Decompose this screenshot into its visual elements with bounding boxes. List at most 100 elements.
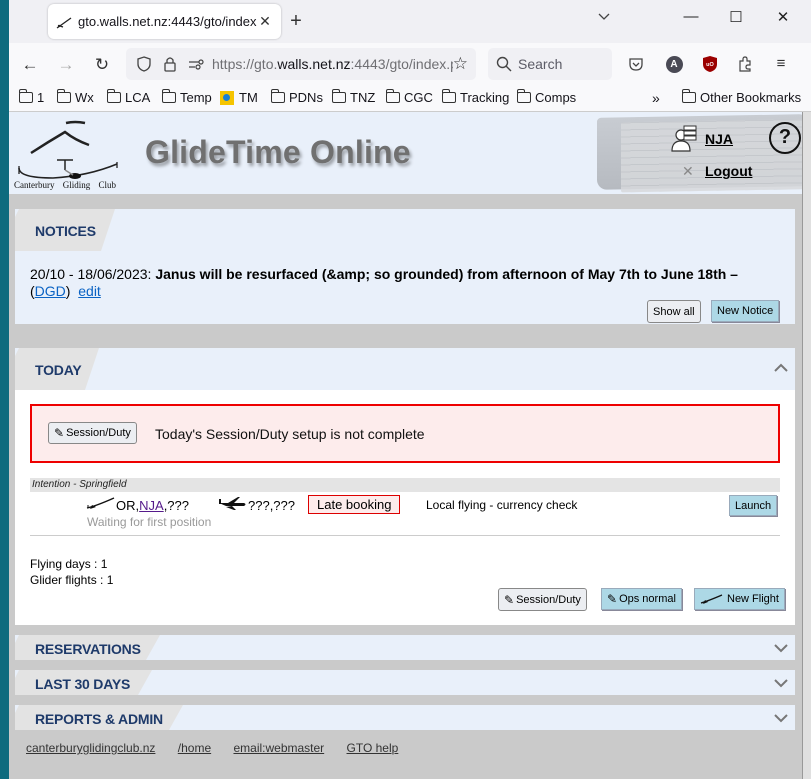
notice-item: 20/10 - 18/06/2023: Janus will be resurf…: [30, 266, 738, 299]
help-icon[interactable]: ?: [769, 122, 801, 154]
search-icon: [496, 56, 512, 72]
logo-caption: Canterbury Gliding Club: [14, 180, 116, 190]
tug-crew: ???,???: [248, 498, 295, 513]
user-link[interactable]: NJA: [705, 131, 733, 147]
today-header[interactable]: TODAY: [15, 348, 795, 390]
bookmark-star-icon[interactable]: ☆: [453, 54, 468, 74]
alert-message: Today's Session/Duty setup is not comple…: [155, 426, 425, 442]
tab-title: gto.walls.net.nz:4443/gto/index: [78, 14, 257, 29]
list-tabs-chevron-icon[interactable]: [597, 11, 611, 25]
background-window-edge: [802, 112, 811, 779]
minimize-button[interactable]: —: [676, 8, 706, 25]
notices-title: NOTICES: [35, 223, 96, 239]
chevron-down-icon[interactable]: [773, 675, 789, 691]
today-title: TODAY: [35, 362, 82, 378]
profile-avatar-icon[interactable]: A: [664, 55, 684, 75]
glider-flights-stat: Glider flights : 1: [30, 573, 114, 587]
chevron-up-icon[interactable]: [773, 360, 789, 376]
reload-button[interactable]: ↻: [92, 55, 112, 75]
other-bookmarks-folder[interactable]: Other Bookmarks: [682, 89, 801, 105]
pocket-icon[interactable]: [626, 55, 646, 75]
bookmark-tm[interactable]: TM: [220, 90, 258, 105]
logout-link[interactable]: Logout: [705, 163, 752, 179]
bookmarks-overflow-chevron-icon[interactable]: »: [652, 90, 660, 106]
footer-link-club-site[interactable]: canterburyglidingclub.nz: [26, 741, 155, 755]
permissions-icon[interactable]: [186, 55, 206, 73]
folder-icon: [107, 89, 121, 103]
alert-session-duty-button[interactable]: ✎ Session/Duty: [48, 422, 137, 444]
bookmarks-bar: 1 Wx LCA Temp TM PDNs TNZ CGC Tracking C…: [9, 86, 811, 112]
launch-button[interactable]: Launch: [729, 495, 778, 516]
pencil-icon: ✎: [54, 426, 65, 440]
notice-edit-link[interactable]: edit: [78, 283, 101, 299]
bookmark-folder-tnz[interactable]: TNZ: [332, 89, 375, 105]
session-duty-alert: ✎ Session/Duty Today's Session/Duty setup…: [30, 404, 780, 463]
folder-icon: [682, 89, 696, 103]
pilot-link[interactable]: NJA: [139, 498, 164, 513]
folder-icon: [332, 89, 346, 103]
logout-x-icon[interactable]: ✕: [682, 163, 694, 180]
glider-icon: [86, 497, 115, 509]
reservations-section[interactable]: RESERVATIONS: [15, 635, 795, 660]
close-window-button[interactable]: ✕: [768, 8, 798, 26]
footer-link-home[interactable]: /home: [178, 741, 211, 755]
tm-favicon-icon: [220, 90, 234, 105]
user-profile-icon[interactable]: [671, 124, 697, 152]
flight-purpose: Local flying - currency check: [426, 498, 578, 512]
notices-header[interactable]: NOTICES: [15, 209, 795, 251]
address-bar[interactable]: https://gto.walls.net.nz:4443/gto/index.…: [126, 48, 476, 80]
folder-icon: [19, 89, 33, 103]
shield-icon[interactable]: [134, 55, 154, 73]
menu-hamburger-icon[interactable]: ≡: [771, 55, 791, 75]
folder-icon: [162, 89, 176, 103]
footer-link-email[interactable]: email:webmaster: [233, 741, 324, 755]
lock-icon[interactable]: [160, 55, 180, 73]
bookmark-folder-tracking[interactable]: Tracking: [442, 89, 509, 105]
extensions-puzzle-icon[interactable]: [735, 55, 755, 75]
bookmark-folder-pdns[interactable]: PDNs: [271, 89, 323, 105]
intention-label: Intention - Springfield: [30, 478, 780, 492]
glider-crew: OR,NJA,???: [116, 498, 189, 513]
notice-date-range: 20/10 - 18/06/2023:: [30, 266, 152, 282]
bookmark-folder-1[interactable]: 1: [19, 89, 44, 105]
browser-tab[interactable]: gto.walls.net.nz:4443/gto/index ✕: [48, 4, 281, 39]
maximize-button[interactable]: ☐: [721, 8, 751, 26]
ops-normal-button[interactable]: ✎ Ops normal: [601, 588, 682, 610]
notice-message: Janus will be resurfaced (&amp; so groun…: [155, 266, 738, 282]
forward-button[interactable]: →: [56, 55, 76, 75]
new-tab-button[interactable]: +: [284, 10, 308, 33]
app-title: GlideTime Online: [145, 134, 411, 170]
notice-author-link[interactable]: DGD: [35, 283, 66, 299]
last-30-days-section[interactable]: LAST 30 DAYS: [15, 670, 795, 695]
folder-icon: [517, 89, 531, 103]
browser-window: gto.walls.net.nz:4443/gto/index ✕ + — ☐ …: [9, 0, 811, 779]
bookmark-folder-cgc[interactable]: CGC: [386, 89, 433, 105]
bookmark-folder-temp[interactable]: Temp: [162, 89, 212, 105]
site-header: Canterbury Gliding Club GlideTime Online…: [9, 112, 811, 194]
svg-text:uO: uO: [706, 62, 714, 68]
search-bar[interactable]: Search: [488, 48, 612, 80]
pencil-icon: ✎: [504, 592, 515, 607]
chevron-down-icon[interactable]: [773, 640, 789, 656]
bookmark-folder-comps[interactable]: Comps: [517, 89, 576, 105]
back-button[interactable]: ←: [20, 55, 40, 75]
bookmark-folder-lca[interactable]: LCA: [107, 89, 150, 105]
footer-link-help[interactable]: GTO help: [347, 741, 399, 755]
session-duty-button[interactable]: ✎ Session/Duty: [498, 588, 587, 611]
reports-admin-section[interactable]: REPORTS & ADMIN: [15, 705, 795, 730]
reservations-title: RESERVATIONS: [35, 641, 141, 657]
show-all-notices-button[interactable]: Show all: [647, 300, 701, 323]
tab-close-icon[interactable]: ✕: [257, 13, 273, 30]
today-panel: TODAY ✎ Session/Duty Today's Session/Duty…: [15, 348, 795, 625]
new-flight-button[interactable]: New Flight: [694, 588, 785, 610]
bookmark-folder-wx[interactable]: Wx: [57, 89, 94, 105]
chevron-down-icon[interactable]: [773, 710, 789, 726]
pencil-icon: ✎: [607, 592, 618, 606]
new-notice-button[interactable]: New Notice: [711, 300, 780, 322]
folder-icon: [57, 89, 71, 103]
url-text[interactable]: https://gto.walls.net.nz:4443/gto/index.…: [212, 56, 453, 72]
ublock-origin-icon[interactable]: uO: [700, 55, 720, 75]
glider-favicon-icon: [56, 16, 72, 29]
footer-links: canterburyglidingclub.nz /home email:web…: [26, 741, 417, 755]
last-30-days-title: LAST 30 DAYS: [35, 676, 131, 692]
